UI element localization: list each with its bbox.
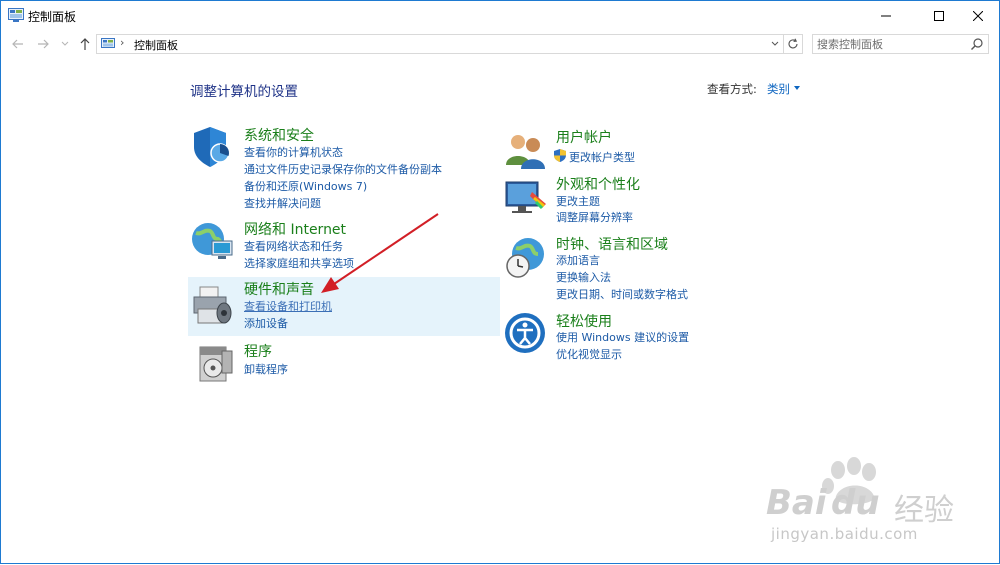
category-user-accounts: 用户帐户 更改帐户类型: [500, 125, 800, 169]
link-backup-restore[interactable]: 备份和还原(Windows 7): [244, 178, 367, 194]
globe-network-icon[interactable]: [190, 219, 234, 263]
shield-icon[interactable]: [190, 125, 234, 169]
search-input[interactable]: [817, 36, 967, 52]
link-date-time-format[interactable]: 更改日期、时间或数字格式: [556, 286, 688, 302]
chevron-down-icon: [61, 41, 69, 46]
breadcrumb-control-panel[interactable]: 控制面板: [134, 37, 178, 53]
back-button[interactable]: [9, 35, 27, 53]
refresh-button[interactable]: [783, 35, 802, 53]
recent-locations-button[interactable]: [56, 35, 74, 53]
clock-globe-icon[interactable]: [504, 236, 548, 280]
link-troubleshoot[interactable]: 查找并解决问题: [244, 195, 321, 211]
link-change-input-method[interactable]: 更换输入法: [556, 269, 611, 285]
link-screen-resolution[interactable]: 调整屏幕分辨率: [556, 209, 633, 225]
category-hardware-sound[interactable]: 硬件和声音 查看设备和打印机 添加设备: [188, 277, 500, 336]
category-title[interactable]: 网络和 Internet: [244, 219, 346, 239]
category-title[interactable]: 外观和个性化: [556, 174, 640, 194]
back-arrow-icon: [12, 39, 23, 49]
link-add-device[interactable]: 添加设备: [244, 315, 288, 331]
category-title[interactable]: 时钟、语言和区域: [556, 234, 668, 254]
forward-arrow-icon: [38, 39, 49, 49]
forward-button[interactable]: [34, 35, 52, 53]
close-button[interactable]: [955, 1, 1000, 31]
watermark-cn: 经验: [894, 493, 954, 528]
view-by-chevron-icon[interactable]: [794, 86, 800, 90]
minimize-button[interactable]: [863, 1, 909, 31]
ease-of-access-icon[interactable]: [503, 311, 547, 355]
close-icon: [973, 11, 983, 21]
category-appearance: 外观和个性化 更改主题 调整屏幕分辨率: [500, 172, 800, 228]
category-system-security: 系统和安全 查看你的计算机状态 通过文件历史记录保存你的文件备份副本 备份和还原…: [188, 123, 500, 215]
maximize-icon: [934, 11, 944, 21]
link-network-status[interactable]: 查看网络状态和任务: [244, 238, 343, 254]
link-recommended-settings[interactable]: 使用 Windows 建议的设置: [556, 329, 689, 345]
window-title: 控制面板: [28, 10, 77, 24]
search-box[interactable]: [812, 34, 989, 54]
minimize-icon: [881, 15, 891, 17]
view-by-label: 查看方式:: [707, 82, 757, 96]
users-icon[interactable]: [504, 129, 548, 173]
appearance-icon[interactable]: [504, 176, 548, 220]
watermark-brand: Bai: [766, 483, 827, 523]
breadcrumb-separator: ›: [120, 36, 125, 49]
programs-icon[interactable]: [194, 341, 238, 385]
category-title[interactable]: 硬件和声音: [244, 279, 314, 299]
search-icon[interactable]: [970, 37, 984, 51]
address-bar[interactable]: › 控制面板: [96, 34, 803, 54]
title-bar: 控制面板: [1, 1, 999, 31]
uac-shield-icon: [554, 149, 566, 162]
category-title[interactable]: 轻松使用: [556, 311, 612, 331]
link-optimize-visual-display[interactable]: 优化视觉显示: [556, 346, 622, 362]
up-arrow-icon: [80, 38, 90, 50]
page-title: 调整计算机的设置: [190, 84, 298, 100]
link-add-language[interactable]: 添加语言: [556, 252, 600, 268]
link-view-devices-printers[interactable]: 查看设备和打印机: [244, 298, 332, 314]
watermark-url: jingyan.baidu.com: [771, 525, 918, 543]
refresh-icon: [788, 38, 798, 49]
control-panel-window: 控制面板 › 控制面板 搜索控制面板 调整计算机的设置 查看方式: 类别 系统和…: [0, 0, 1000, 564]
link-view-computer-status[interactable]: 查看你的计算机状态: [244, 144, 343, 160]
category-ease-of-access: 轻松使用 使用 Windows 建议的设置 优化视觉显示: [500, 309, 800, 365]
category-network-internet: 网络和 Internet 查看网络状态和任务 选择家庭组和共享选项: [188, 217, 500, 273]
view-by-dropdown[interactable]: 类别: [767, 81, 790, 97]
category-clock-language-region: 时钟、语言和区域 添加语言 更换输入法 更改日期、时间或数字格式: [500, 232, 800, 304]
address-dropdown-button[interactable]: [767, 36, 783, 52]
category-programs: 程序 卸载程序: [188, 339, 500, 383]
control-panel-app-icon: [8, 8, 24, 22]
category-title[interactable]: 程序: [244, 341, 272, 361]
watermark-brand-suffix: du: [831, 483, 880, 523]
printer-icon[interactable]: [190, 283, 234, 327]
link-uninstall-program[interactable]: 卸载程序: [244, 361, 288, 377]
link-change-account-type[interactable]: 更改帐户类型: [569, 149, 635, 165]
category-title[interactable]: 系统和安全: [244, 125, 314, 145]
control-panel-icon: [101, 38, 115, 48]
link-file-history-backup[interactable]: 通过文件历史记录保存你的文件备份副本: [244, 161, 442, 177]
category-title[interactable]: 用户帐户: [556, 127, 612, 147]
link-homegroup-sharing[interactable]: 选择家庭组和共享选项: [244, 255, 354, 271]
up-button[interactable]: [76, 35, 94, 53]
chevron-down-icon: [771, 41, 779, 46]
link-change-theme[interactable]: 更改主题: [556, 193, 600, 209]
